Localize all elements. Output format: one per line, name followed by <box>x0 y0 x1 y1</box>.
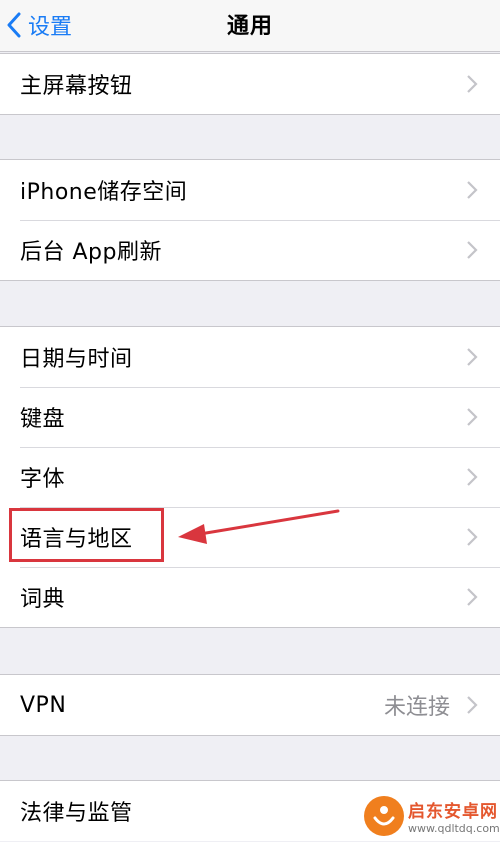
row-label: iPhone储存空间 <box>20 180 188 205</box>
settings-group-vpn: VPN 未连接 <box>0 674 500 736</box>
chevron-right-icon <box>467 75 478 93</box>
chevron-right-icon <box>467 408 478 426</box>
chevron-right-icon <box>467 468 478 486</box>
chevron-right-icon <box>467 241 478 259</box>
vpn-status-value: 未连接 <box>383 695 450 720</box>
row-label: 后台 App刷新 <box>20 240 162 265</box>
row-label: 日期与时间 <box>20 347 133 372</box>
row-label: 键盘 <box>20 407 66 432</box>
watermark-logo-icon <box>364 796 404 836</box>
row-vpn[interactable]: VPN 未连接 <box>0 675 500 735</box>
highlight-box <box>9 508 164 562</box>
page-title: 通用 <box>226 14 273 39</box>
row-date-time[interactable]: 日期与时间 <box>0 327 500 387</box>
row-label: 法律与监管 <box>20 801 133 826</box>
row-iphone-storage[interactable]: iPhone储存空间 <box>0 160 500 220</box>
row-home-button[interactable]: 主屏幕按钮 <box>0 54 500 114</box>
settings-group-storage: iPhone储存空间 后台 App刷新 <box>0 159 500 281</box>
row-background-app-refresh[interactable]: 后台 App刷新 <box>0 220 500 280</box>
row-label: 主屏幕按钮 <box>20 74 133 99</box>
chevron-right-icon <box>467 696 478 714</box>
watermark-url: www.qdltdq.com <box>408 822 500 835</box>
chevron-right-icon <box>467 528 478 546</box>
navigation-bar: 设置 通用 <box>0 0 500 52</box>
chevron-right-icon <box>467 181 478 199</box>
row-label: 词典 <box>20 587 66 612</box>
row-dictionary[interactable]: 词典 <box>0 567 500 627</box>
row-keyboard[interactable]: 键盘 <box>0 387 500 447</box>
settings-group-locale: 日期与时间 键盘 字体 语言与地区 词典 <box>0 326 500 628</box>
row-label: 字体 <box>20 467 66 492</box>
chevron-right-icon <box>467 588 478 606</box>
watermark-name: 启东安卓网 <box>408 802 498 822</box>
chevron-right-icon <box>467 348 478 366</box>
watermark: 启东安卓网 www.qdltdq.com <box>364 790 500 842</box>
row-fonts[interactable]: 字体 <box>0 447 500 507</box>
settings-group-home-button: 主屏幕按钮 <box>0 53 500 115</box>
row-label: VPN <box>20 692 67 718</box>
